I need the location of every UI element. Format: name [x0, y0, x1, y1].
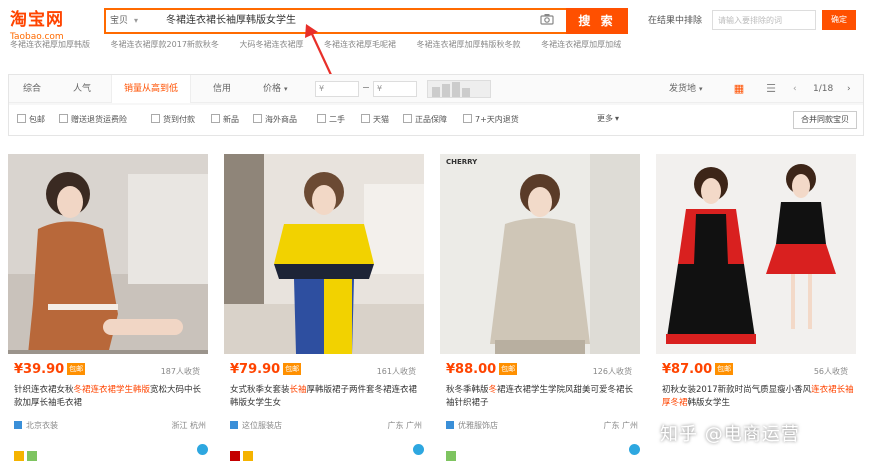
product-sales: 161人收货	[376, 367, 416, 376]
filter-checkbox[interactable]: 二手	[317, 113, 345, 127]
product-image[interactable]	[8, 154, 208, 354]
free-shipping-badge: 包邮	[499, 363, 518, 375]
page-indicator: 1/18	[813, 84, 834, 94]
filter-checkbox[interactable]: 天猫	[361, 113, 389, 127]
grid-view-icon[interactable]: ▦	[731, 81, 747, 97]
product-sales: 187人收货	[160, 367, 200, 376]
certified-icon	[27, 451, 37, 461]
product-location: 广东 广州	[603, 421, 638, 430]
checkbox-icon	[317, 114, 326, 123]
more-filters-button[interactable]: 更多 ▾	[597, 113, 619, 124]
product-card[interactable]: CHERRY ¥88.00 包邮 126人收货 秋冬季韩版冬裙连衣裙学生学院风甜美…	[440, 148, 652, 461]
product-sales: 126人收货	[592, 367, 632, 376]
sort-tab-credit[interactable]: 信用	[213, 75, 231, 103]
next-page-icon[interactable]: ›	[847, 75, 851, 103]
brand-label: CHERRY	[446, 158, 478, 166]
sort-tab-price[interactable]: 价格 ▾	[263, 75, 288, 103]
checkbox-icon	[59, 114, 68, 123]
shop-name[interactable]: 优雅服饰店	[446, 420, 498, 431]
chevron-down-icon: ▾	[699, 85, 703, 93]
sort-tab-default[interactable]: 综合	[23, 75, 41, 103]
product-price: ¥39.90 包邮	[14, 362, 86, 377]
chevron-down-icon: ▾	[284, 85, 288, 93]
checkbox-icon	[17, 114, 26, 123]
shop-name[interactable]: 这位服装店	[230, 420, 282, 431]
shop-icon	[230, 421, 238, 429]
free-shipping-badge: 包邮	[67, 363, 86, 375]
product-sales: 56人收货	[813, 367, 848, 376]
wangwang-chat-icon[interactable]	[197, 444, 208, 455]
chevron-down-icon: ▾	[615, 114, 620, 123]
price-range-chart[interactable]	[427, 80, 491, 98]
product-title[interactable]: 秋冬季韩版冬裙连衣裙学生学院风甜美可爱冬裙长袖针织裙子	[446, 384, 640, 410]
product-title[interactable]: 针织连衣裙女秋冬裙连衣裙学生韩版宽松大码中长款加厚长袖毛衣裙	[14, 384, 208, 410]
service-icons	[14, 446, 40, 461]
certified-icon	[446, 451, 456, 461]
filter-row: 包邮 赠送退货运费险 货到付款 新品 海外商品 二手 天猫 正品保障 7+天内退…	[9, 105, 863, 135]
checkbox-icon	[361, 114, 370, 123]
prev-page-icon[interactable]: ‹	[793, 75, 797, 103]
service-icons	[446, 446, 459, 461]
product-card[interactable]: ¥79.90 包邮 161人收货 女式秋季女套装长袖厚韩版裙子两件套冬裙连衣裙韩版…	[224, 148, 436, 461]
filter-checkbox[interactable]: 新品	[211, 113, 239, 127]
shop-icon	[14, 421, 22, 429]
price-separator	[363, 87, 369, 88]
product-location: 广东 广州	[387, 421, 422, 430]
filter-checkbox[interactable]: 包邮	[17, 113, 45, 127]
ship-from-select[interactable]: 发货地 ▾	[669, 75, 703, 103]
price-max-input[interactable]: ¥	[373, 81, 417, 97]
wangwang-chat-icon[interactable]	[629, 444, 640, 455]
sort-row: 综合 人气 销量从高到低 信用 价格 ▾ ¥ ¥ 发货地 ▾ ▦ ☰ ‹ 1/18 …	[9, 75, 863, 103]
checkbox-icon	[151, 114, 160, 123]
checkbox-icon	[403, 114, 412, 123]
crown-icon	[14, 451, 24, 461]
product-image[interactable]	[224, 154, 424, 354]
product-image[interactable]	[656, 154, 856, 354]
filter-checkbox[interactable]: 海外商品	[253, 113, 297, 127]
zhihu-watermark: 知乎 @电商运营	[660, 424, 800, 445]
shop-name[interactable]: 北京衣装	[14, 420, 58, 431]
filter-checkbox[interactable]: 正品保障	[403, 113, 447, 127]
service-icons	[230, 446, 256, 461]
free-shipping-badge: 包邮	[715, 363, 734, 375]
filter-checkbox[interactable]: 货到付款	[151, 113, 195, 127]
checkbox-icon	[463, 114, 472, 123]
checkbox-icon	[211, 114, 220, 123]
product-card[interactable]: ¥87.00 包邮 56人收货 初秋女装2017新款时尚气质显瘦小香风连衣裙长袖厚…	[656, 148, 868, 460]
product-price: ¥88.00 包邮	[446, 362, 518, 377]
merge-same-items-button[interactable]: 合并同款宝贝	[793, 111, 857, 129]
product-price: ¥79.90 包邮	[230, 362, 302, 377]
filter-checkbox[interactable]: 赠送退货运费险	[59, 113, 127, 127]
price-min-input[interactable]: ¥	[315, 81, 359, 97]
shop-icon	[446, 421, 454, 429]
product-location: 浙江 杭州	[171, 421, 206, 430]
free-shipping-badge: 包邮	[283, 363, 302, 375]
sort-tab-popularity[interactable]: 人气	[73, 75, 91, 103]
sort-tab-sales[interactable]: 销量从高到低	[111, 75, 192, 103]
product-card[interactable]: ¥39.90 包邮 187人收货 针织连衣裙女秋冬裙连衣裙学生韩版宽松大码中长款加…	[8, 148, 220, 461]
tmall-icon	[230, 451, 240, 461]
filter-checkbox[interactable]: 7+天内退货	[463, 113, 519, 127]
product-price: ¥87.00 包邮	[662, 362, 734, 377]
list-view-icon[interactable]: ☰	[763, 81, 779, 97]
checkbox-icon	[253, 114, 262, 123]
product-image[interactable]: CHERRY	[440, 154, 640, 354]
product-title[interactable]: 初秋女装2017新款时尚气质显瘦小香风连衣裙长袖厚冬裙韩版女学生	[662, 384, 856, 410]
sort-filter-panel: 综合 人气 销量从高到低 信用 价格 ▾ ¥ ¥ 发货地 ▾ ▦ ☰ ‹ 1/18 …	[8, 74, 864, 136]
certified-icon	[243, 451, 253, 461]
wangwang-chat-icon[interactable]	[413, 444, 424, 455]
product-title[interactable]: 女式秋季女套装长袖厚韩版裙子两件套冬裙连衣裙韩版女学生女	[230, 384, 424, 410]
